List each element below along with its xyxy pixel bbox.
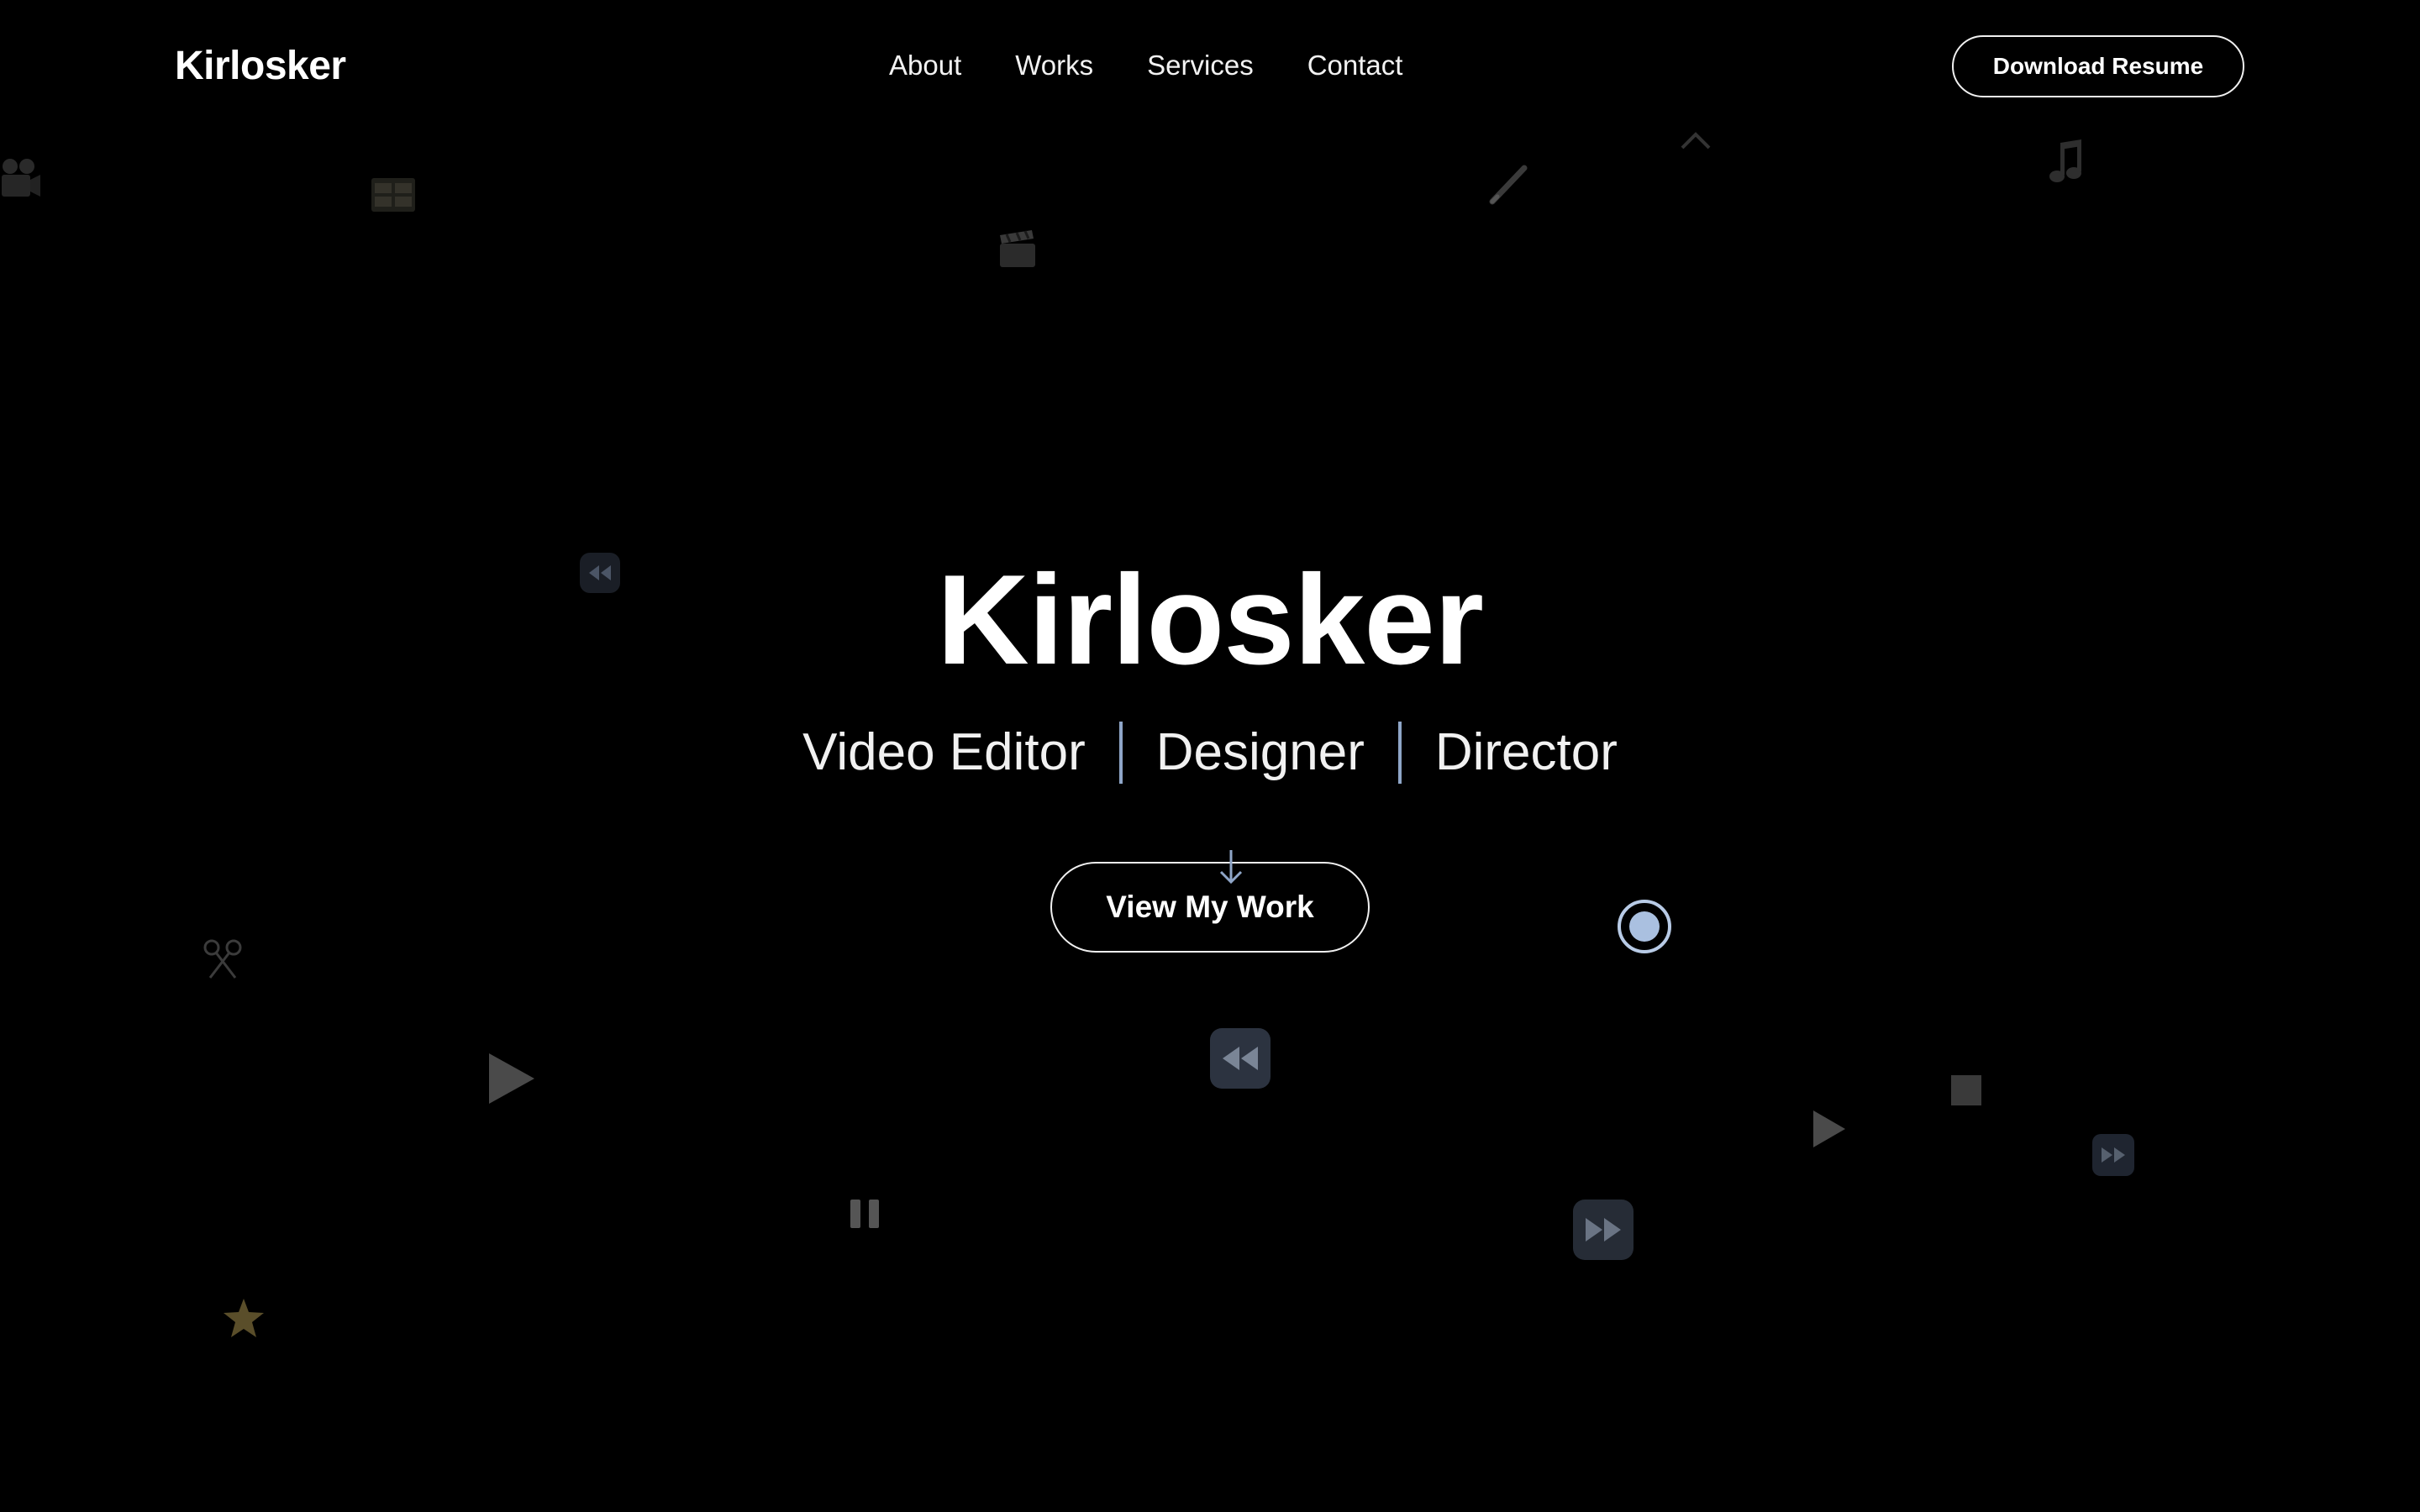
download-resume-button[interactable]: Download Resume (1952, 35, 2244, 97)
clapperboard-icon (1000, 230, 1035, 267)
role-director: Director (1434, 723, 1618, 781)
nav-link-about[interactable]: About (889, 45, 961, 86)
role-divider (1397, 722, 1402, 784)
role-divider (1118, 722, 1123, 784)
role-list: Video Editor Designer Director (0, 721, 2420, 785)
fast-forward-icon (1573, 1200, 1634, 1260)
arrow-down-icon (1219, 850, 1243, 885)
nav-link-contact[interactable]: Contact (1307, 45, 1403, 86)
fast-forward-icon (2092, 1134, 2134, 1176)
pause-icon (850, 1200, 879, 1228)
chevron-up-icon (1681, 132, 1711, 150)
role-designer: Designer (1155, 723, 1365, 781)
top-nav: Kirlosker About Works Services Contact D… (0, 0, 2420, 134)
nav-link-services[interactable]: Services (1147, 45, 1254, 86)
music-note-icon (2049, 139, 2081, 182)
nav-links: About Works Services Contact (889, 45, 1402, 86)
scissors-icon (203, 939, 242, 979)
pen-icon (1489, 165, 1528, 205)
play-icon (1813, 1110, 1845, 1147)
view-my-work-button[interactable]: View My Work (1050, 862, 1370, 953)
record-icon (1618, 900, 1671, 953)
role-video-editor: Video Editor (802, 723, 1086, 781)
star-icon (224, 1299, 264, 1337)
brand-logo[interactable]: Kirlosker (175, 40, 346, 92)
play-icon (489, 1053, 534, 1104)
hero-title: Kirlosker (937, 549, 1484, 691)
film-reel-icon (371, 178, 415, 212)
film-camera-icon (2, 159, 40, 197)
stop-icon (1951, 1075, 1981, 1105)
rewind-icon (1210, 1028, 1270, 1089)
nav-link-works[interactable]: Works (1015, 45, 1093, 86)
